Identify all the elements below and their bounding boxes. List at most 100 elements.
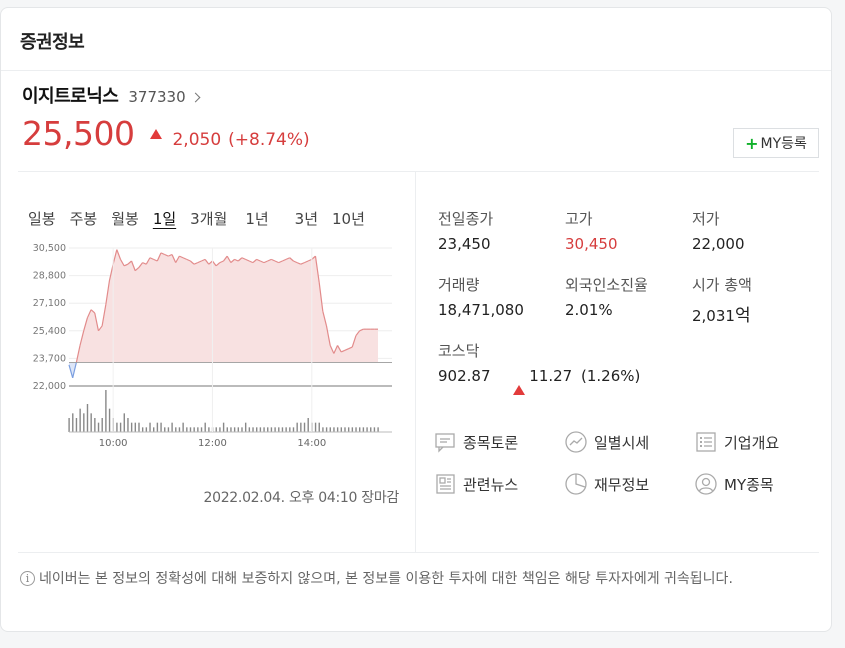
volume-bar [325,427,328,432]
chat-icon [435,433,455,453]
volume-bar [197,427,199,432]
stat-label: 저가 [692,210,720,228]
stat-value: 902.87 11.27 (1.26%) [438,367,640,395]
up-arrow-icon [150,129,163,139]
volume-bar [230,427,232,432]
stat-low: 저가 22,000 [692,208,745,253]
price-change-percent: (+8.74%) [228,130,310,150]
volume-bar [355,427,357,432]
plus-icon: + [745,133,759,153]
tab-daily-candle[interactable]: 일봉 [28,208,56,229]
volume-bar [175,427,177,432]
disclaimer: i 네이버는 본 정보의 정확성에 대해 보증하지 않으며, 본 정보를 이용한 … [20,569,810,590]
volume-bar [123,413,125,432]
divider [18,552,819,553]
volume-bar [83,413,85,432]
volume-bar [289,427,291,432]
volume-bar [79,408,81,432]
volume-bar [263,427,265,432]
volume-bar [156,422,159,432]
volume-bar [149,422,151,432]
kosdaq-change: 11.27 [529,367,573,385]
market-cap-unit: 억 [734,306,751,326]
link-my-stocks[interactable]: MY종목 [694,472,774,496]
tab-3month[interactable]: 3개월 [190,208,227,229]
volume-bar [208,427,210,432]
link-discussion[interactable]: 종목토론 [433,430,518,454]
list-icon [696,432,716,452]
volume-bar [97,422,100,432]
stat-value: 2,031억 [692,301,752,326]
volume-bar [116,422,118,432]
current-price: 25,500 [22,114,135,153]
stock-code-link[interactable]: 377330 [128,88,201,106]
volume-bar [303,422,306,432]
volume-bar [314,422,317,432]
volume-bar [167,427,170,432]
volume-bar [138,422,140,432]
volume-bar [296,422,298,432]
volume-bar [160,422,162,432]
trend-icon [565,431,587,453]
chart-timestamp: 2022.02.04. 오후 04:10 장마감 [203,490,399,506]
volume-bar [134,422,137,432]
volume-bar [333,427,335,432]
volume-bar [105,390,107,432]
y-tick-label: 27,100 [33,298,66,309]
link-label: 종목토론 [463,433,519,452]
stat-volume: 거래량 18,471,080 [438,274,524,319]
tab-1day[interactable]: 1일 [153,208,176,229]
stat-label: 외국인소진율 [565,276,648,294]
volume-bar [285,427,287,432]
my-register-button[interactable]: + MY등록 [733,128,819,158]
volume-bar [127,418,129,432]
volume-bar [130,422,133,432]
link-daily-price[interactable]: 일별시세 [564,430,649,454]
volume-bar [366,427,368,432]
volume-bar [300,422,302,432]
volume-bar [307,418,309,432]
volume-bar [204,422,206,432]
price-change: 2,050 [172,130,222,150]
volume-bar [322,427,324,432]
stat-label[interactable]: 코스닥 [438,340,640,361]
volume-bar [189,427,192,432]
volume-bar [141,427,144,432]
volume-bar [340,427,343,432]
tab-monthly-candle[interactable]: 월봉 [111,208,139,229]
volume-bar [237,427,240,432]
stat-value: 22,000 [692,235,745,253]
stat-value: 30,450 [565,235,618,253]
volume-bar [344,427,346,432]
y-tick-label: 25,400 [33,326,66,337]
volume-bar [351,427,354,432]
info-icon: i [20,571,35,586]
link-label: 기업개요 [724,433,780,452]
stat-value: 23,450 [438,235,491,253]
volume-bar [370,427,372,432]
y-tick-label: 30,500 [33,243,66,254]
volume-bar [244,422,247,432]
tab-1year[interactable]: 1년 [245,208,268,229]
volume-bar [119,422,122,432]
link-financial-info[interactable]: 재무정보 [564,472,649,496]
volume-bar [178,427,181,432]
divider [415,172,416,552]
volume-bar [267,427,269,432]
card-title: 증권정보 [20,32,85,53]
price-area-up [69,249,378,363]
tab-10year[interactable]: 10년 [332,208,365,229]
link-company-overview[interactable]: 기업개요 [694,430,779,454]
stat-label: 전일종가 [438,210,494,228]
volume-bar [347,427,350,432]
volume-bar [270,427,273,432]
tab-weekly-candle[interactable]: 주봉 [70,208,98,229]
price-row: 25,500 2,050 (+8.74%) [22,114,819,153]
tab-3year[interactable]: 3년 [295,208,318,229]
price-chart[interactable]: 30,500 28,800 27,100 25,400 23,700 22,000 10:0… [28,235,398,460]
link-related-news[interactable]: 관련뉴스 [433,472,518,496]
divider [18,171,819,172]
link-label: 일별시세 [594,433,650,452]
stat-kosdaq: 코스닥 902.87 11.27 (1.26%) [438,340,640,395]
stock-name[interactable]: 이지트로닉스 [22,82,119,108]
